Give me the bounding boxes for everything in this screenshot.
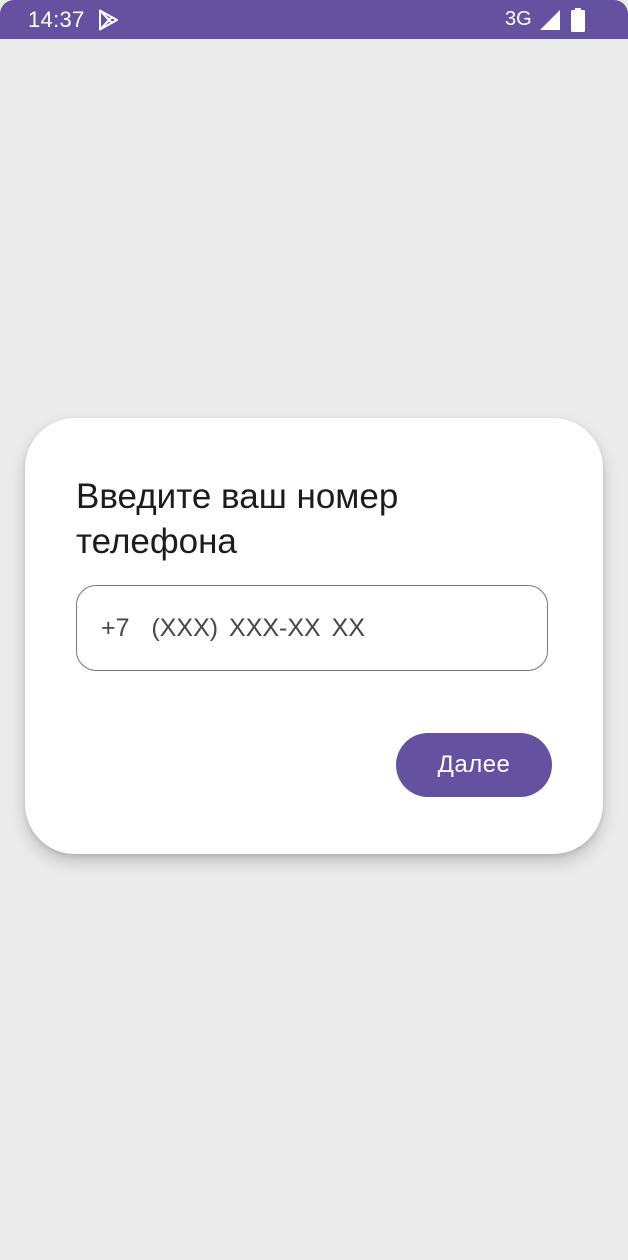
phone-field[interactable] bbox=[76, 585, 548, 671]
status-bar: 14:37 3G bbox=[0, 0, 628, 39]
cell-signal-icon bbox=[540, 10, 560, 30]
network-type-label: 3G bbox=[505, 8, 532, 30]
phone-entry-card: Введите ваш номер телефона Далее bbox=[25, 418, 603, 854]
phone-input[interactable] bbox=[77, 586, 547, 670]
card-title: Введите ваш номер телефона bbox=[76, 477, 399, 561]
next-button[interactable]: Далее bbox=[396, 733, 552, 797]
play-store-icon bbox=[99, 9, 118, 31]
status-time: 14:37 bbox=[28, 7, 85, 32]
battery-icon bbox=[571, 8, 585, 32]
